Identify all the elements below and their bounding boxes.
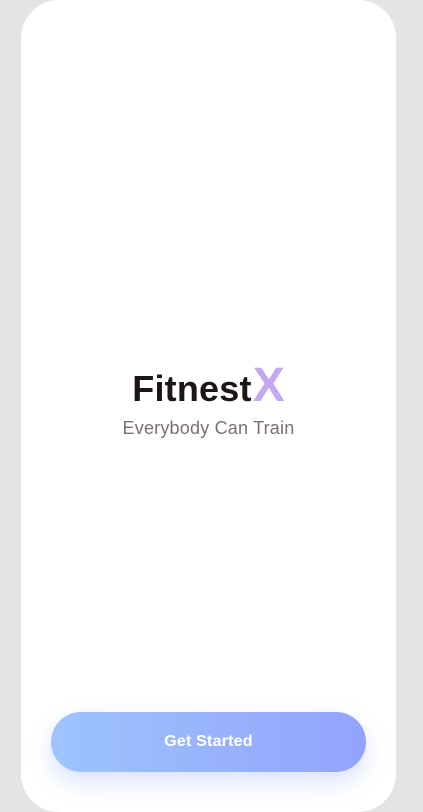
app-screen: FitnestX Everybody Can Train Get Started bbox=[21, 0, 396, 812]
logo-accent-mark: X bbox=[252, 359, 285, 412]
app-tagline: Everybody Can Train bbox=[122, 418, 295, 438]
app-logo: FitnestX bbox=[132, 362, 284, 410]
get-started-button[interactable]: Get Started bbox=[51, 712, 366, 772]
brand-block: FitnestX Everybody Can Train bbox=[21, 362, 396, 439]
logo-wordmark: Fitnest bbox=[132, 368, 252, 409]
